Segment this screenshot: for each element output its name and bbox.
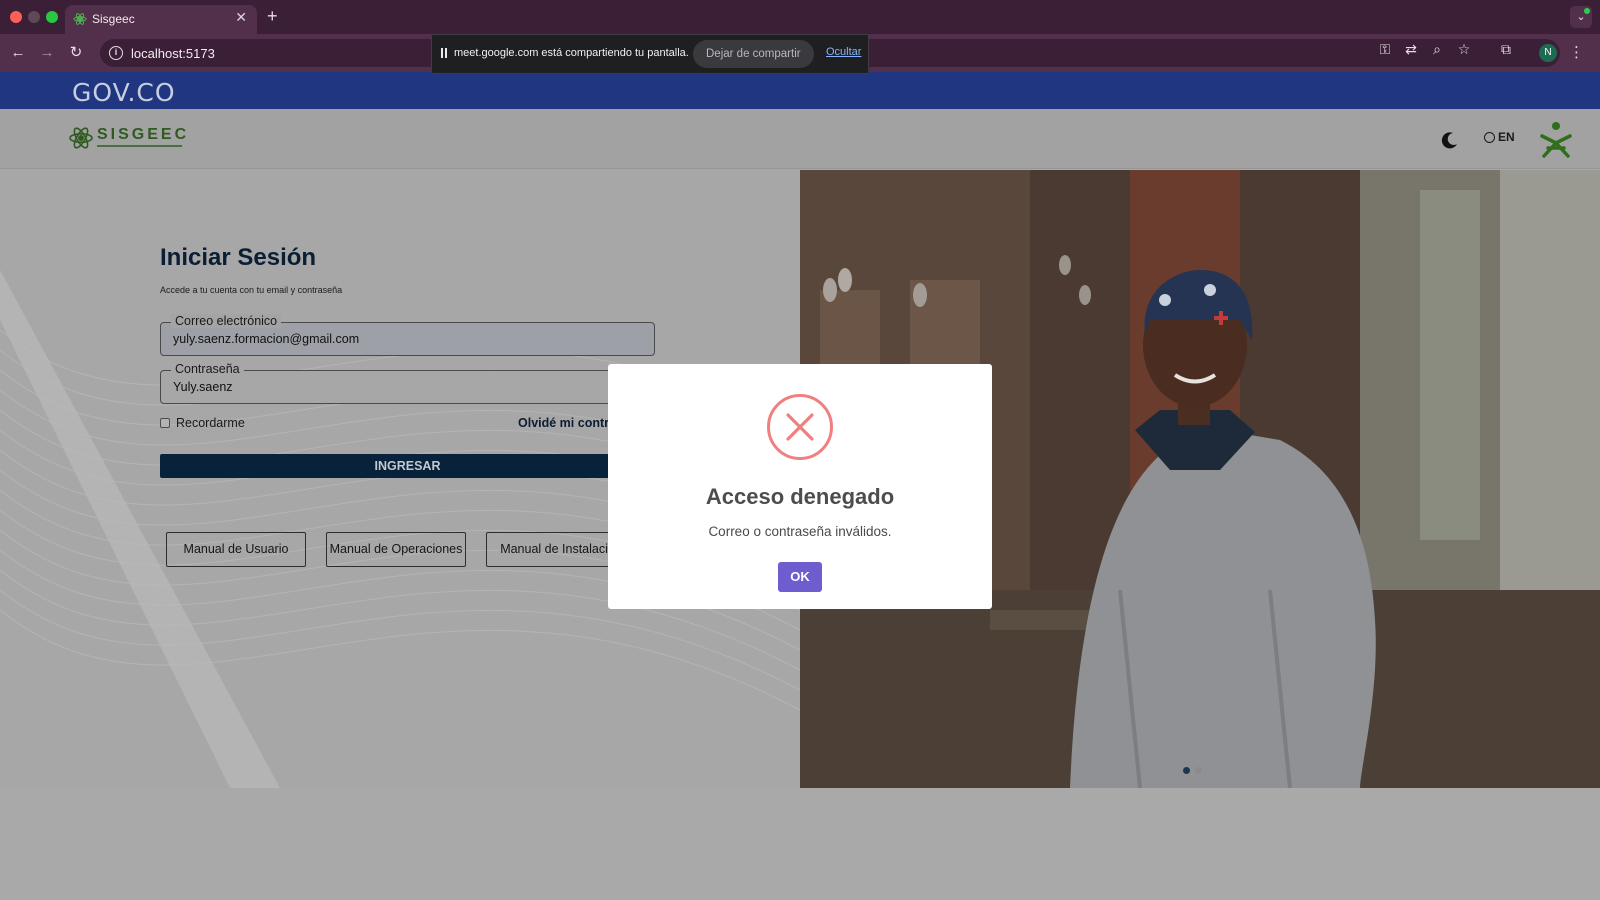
dialog-ok-button[interactable]: OK [778,562,822,592]
error-dialog: Acceso denegado Correo o contraseña invá… [608,364,992,609]
gov-co-bar: GOV.CO [0,72,1600,109]
update-dot [1584,8,1590,14]
manual-operaciones-button[interactable]: Manual de Operaciones [326,532,466,567]
checkbox-box[interactable] [160,418,170,428]
site-info-icon[interactable]: i [109,46,123,60]
forward-arrow-icon[interactable]: → [37,43,57,63]
gov-co-logo[interactable]: GOV.CO [72,78,176,107]
pause-icon [441,48,447,58]
remember-me-label: Recordarme [176,416,245,430]
password-field[interactable]: Contraseña Yuly.saenz [160,362,655,404]
password-label: Contraseña [171,362,244,376]
error-x-icon [767,394,833,460]
atom-icon [69,127,93,149]
brand-tagline [97,145,182,147]
zoom-icon[interactable]: ⌕ [1429,41,1445,57]
login-submit-button[interactable]: INGRESAR [160,454,655,478]
globe-icon [1484,132,1495,143]
brand-name: SISGEEC [97,126,190,143]
email-label: Correo electrónico [171,314,282,328]
maximize-window-button[interactable] [46,11,58,23]
manual-usuario-button[interactable]: Manual de Usuario [166,532,306,567]
language-label: EN [1498,130,1515,144]
password-value[interactable]: Yuly.saenz [173,380,233,394]
remember-me-checkbox[interactable]: Recordarme [160,416,245,430]
screen-share-banner: meet.google.com está compartiendo tu pan… [431,34,869,74]
share-message: meet.google.com está compartiendo tu pan… [454,47,689,59]
extensions-icon[interactable]: ⧉ [1498,41,1514,57]
profile-avatar[interactable]: N [1539,44,1557,62]
page-footer-area [0,788,1600,900]
browser-tab-bar: Sisgeec ✕ + ⌄ [0,0,1600,34]
login-subtitle: Accede a tu cuenta con tu email y contra… [160,285,343,295]
app-header: SISGEEC EN [0,109,1600,169]
sena-logo[interactable] [1536,119,1576,159]
bookmark-star-icon[interactable]: ☆ [1456,41,1472,57]
hide-banner-link[interactable]: Ocultar [826,46,861,58]
browser-menu-icon[interactable]: ⋮ [1569,43,1584,61]
new-tab-button[interactable]: + [267,6,278,27]
dialog-message: Correo o contraseña inválidos. [708,524,892,539]
tab-close-icon[interactable]: ✕ [235,9,247,26]
translate-icon[interactable]: ⇄ [1403,41,1419,57]
login-title: Iniciar Sesión [160,244,317,271]
language-switch-button[interactable]: EN [1484,130,1515,150]
back-arrow-icon[interactable]: ← [8,43,28,63]
dialog-title: Acceso denegado [705,484,895,509]
email-value[interactable]: yuly.saenz.formacion@gmail.com [173,332,359,346]
sisgeec-favicon-icon [73,13,87,25]
tab-search-button[interactable]: ⌄ [1570,6,1592,28]
carousel-dot-active[interactable] [1183,767,1190,774]
close-window-button[interactable] [10,11,22,23]
url-text[interactable]: localhost:5173 [131,46,215,61]
browser-tab-active[interactable]: Sisgeec ✕ [65,5,257,34]
minimize-window-button[interactable] [28,11,40,23]
email-field[interactable]: Correo electrónico yuly.saenz.formacion@… [160,314,655,356]
sisgeec-logo[interactable]: SISGEEC [68,125,188,155]
reload-icon[interactable]: ↻ [66,43,86,63]
password-key-icon[interactable]: ⚿ [1377,41,1393,57]
dark-mode-moon-icon[interactable] [1440,130,1460,150]
tab-title: Sisgeec [92,12,135,26]
carousel-dot[interactable] [1195,767,1202,774]
stop-sharing-button[interactable]: Dejar de compartir [693,40,814,68]
